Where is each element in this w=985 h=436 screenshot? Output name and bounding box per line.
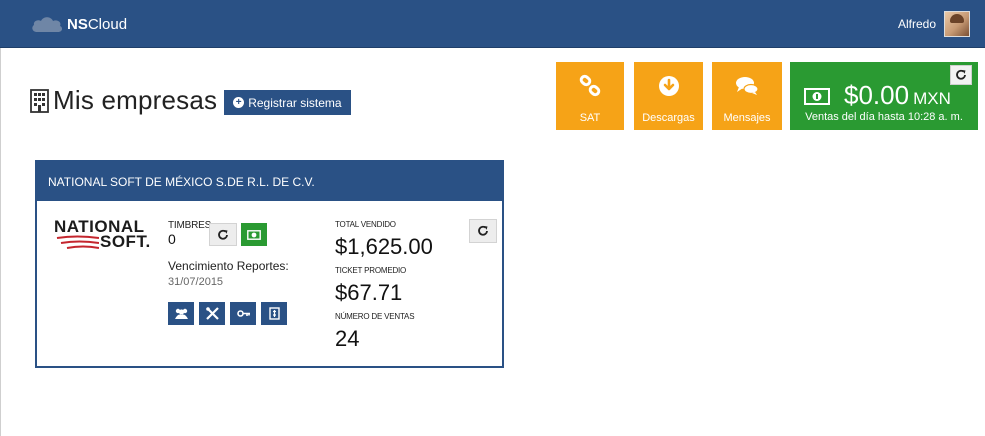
company-name[interactable]: NATIONAL SOFT DE MÉXICO S.DE R.L. DE C.V…: [37, 162, 502, 201]
sales-currency: MXN: [913, 89, 951, 108]
refresh-timbres-button[interactable]: [209, 223, 237, 246]
page-border: [0, 48, 1, 436]
user-menu[interactable]: Alfredo: [898, 11, 970, 37]
download-circle-icon: [658, 76, 679, 96]
company-logo: NATIONAL SOFT.: [54, 218, 164, 258]
vencimiento-label: Vencimiento Reportes:: [168, 259, 289, 273]
logo-stripes-icon: [56, 235, 99, 249]
tools-icon: [205, 307, 219, 320]
report-icon: [268, 307, 280, 320]
buy-timbres-button[interactable]: [241, 223, 267, 246]
refresh-icon: [218, 229, 228, 240]
page-title: Mis empresas: [53, 85, 218, 115]
downloads-label: Descargas: [642, 112, 695, 124]
downloads-tile[interactable]: Descargas: [634, 62, 703, 130]
building-icon: [30, 88, 49, 113]
sat-label: SAT: [579, 112, 601, 124]
avg-ticket-value: $67.71: [335, 280, 403, 305]
users-icon: [174, 308, 188, 319]
refresh-stats-button[interactable]: [469, 219, 497, 243]
top-navbar: NSCloud Alfredo: [0, 0, 985, 48]
vencimiento-date: 31/07/2015: [168, 276, 224, 288]
plus-circle-icon: +: [233, 97, 245, 108]
users-button[interactable]: [168, 302, 194, 325]
key-button[interactable]: [230, 302, 256, 325]
brand-name: NSCloud: [67, 15, 128, 33]
messages-tile[interactable]: Mensajes: [712, 62, 782, 130]
cloud-icon: [32, 17, 63, 32]
sales-caption: Ventas del día hasta 10:28 a. m.: [805, 111, 963, 123]
total-sold-value: $1,625.00: [335, 234, 433, 259]
daily-sales-tile: $0.00 MXN Ventas del día hasta 10:28 a. …: [790, 62, 978, 130]
sales-amount: $0.00: [844, 80, 910, 110]
comments-icon: [736, 77, 759, 95]
sat-tile[interactable]: SAT: [556, 62, 624, 130]
key-icon: [236, 310, 250, 317]
tools-button[interactable]: [199, 302, 225, 325]
money-bill-icon: [247, 229, 261, 240]
sales-amount-row: $0.00 MXN: [804, 80, 951, 111]
link-icon: [579, 74, 601, 97]
register-system-button[interactable]: + Registrar sistema: [224, 90, 351, 115]
register-system-label: Registrar sistema: [248, 95, 342, 110]
total-sold-label: TOTAL VENDIDO: [335, 220, 396, 229]
sales-count-label: NÚMERO DE VENTAS: [335, 312, 415, 321]
company-actions: [168, 302, 292, 325]
page-header: Mis empresas + Registrar sistema: [30, 85, 351, 116]
messages-label: Mensajes: [723, 112, 771, 124]
brand-logo[interactable]: NSCloud: [30, 13, 127, 35]
timbres-label: TIMBRES: [168, 220, 212, 231]
timbres-value: 0: [168, 231, 176, 247]
refresh-icon: [478, 225, 488, 236]
refresh-icon[interactable]: [950, 65, 972, 85]
avatar[interactable]: [944, 11, 970, 37]
report-button[interactable]: [261, 302, 287, 325]
user-name: Alfredo: [897, 17, 936, 31]
company-card: NATIONAL SOFT DE MÉXICO S.DE R.L. DE C.V…: [35, 160, 504, 368]
logo-bottom-text: SOFT.: [100, 232, 151, 251]
money-bill-icon: [804, 88, 830, 105]
sales-count-value: 24: [335, 326, 360, 351]
avg-ticket-label: TICKET PROMEDIO: [335, 266, 407, 275]
